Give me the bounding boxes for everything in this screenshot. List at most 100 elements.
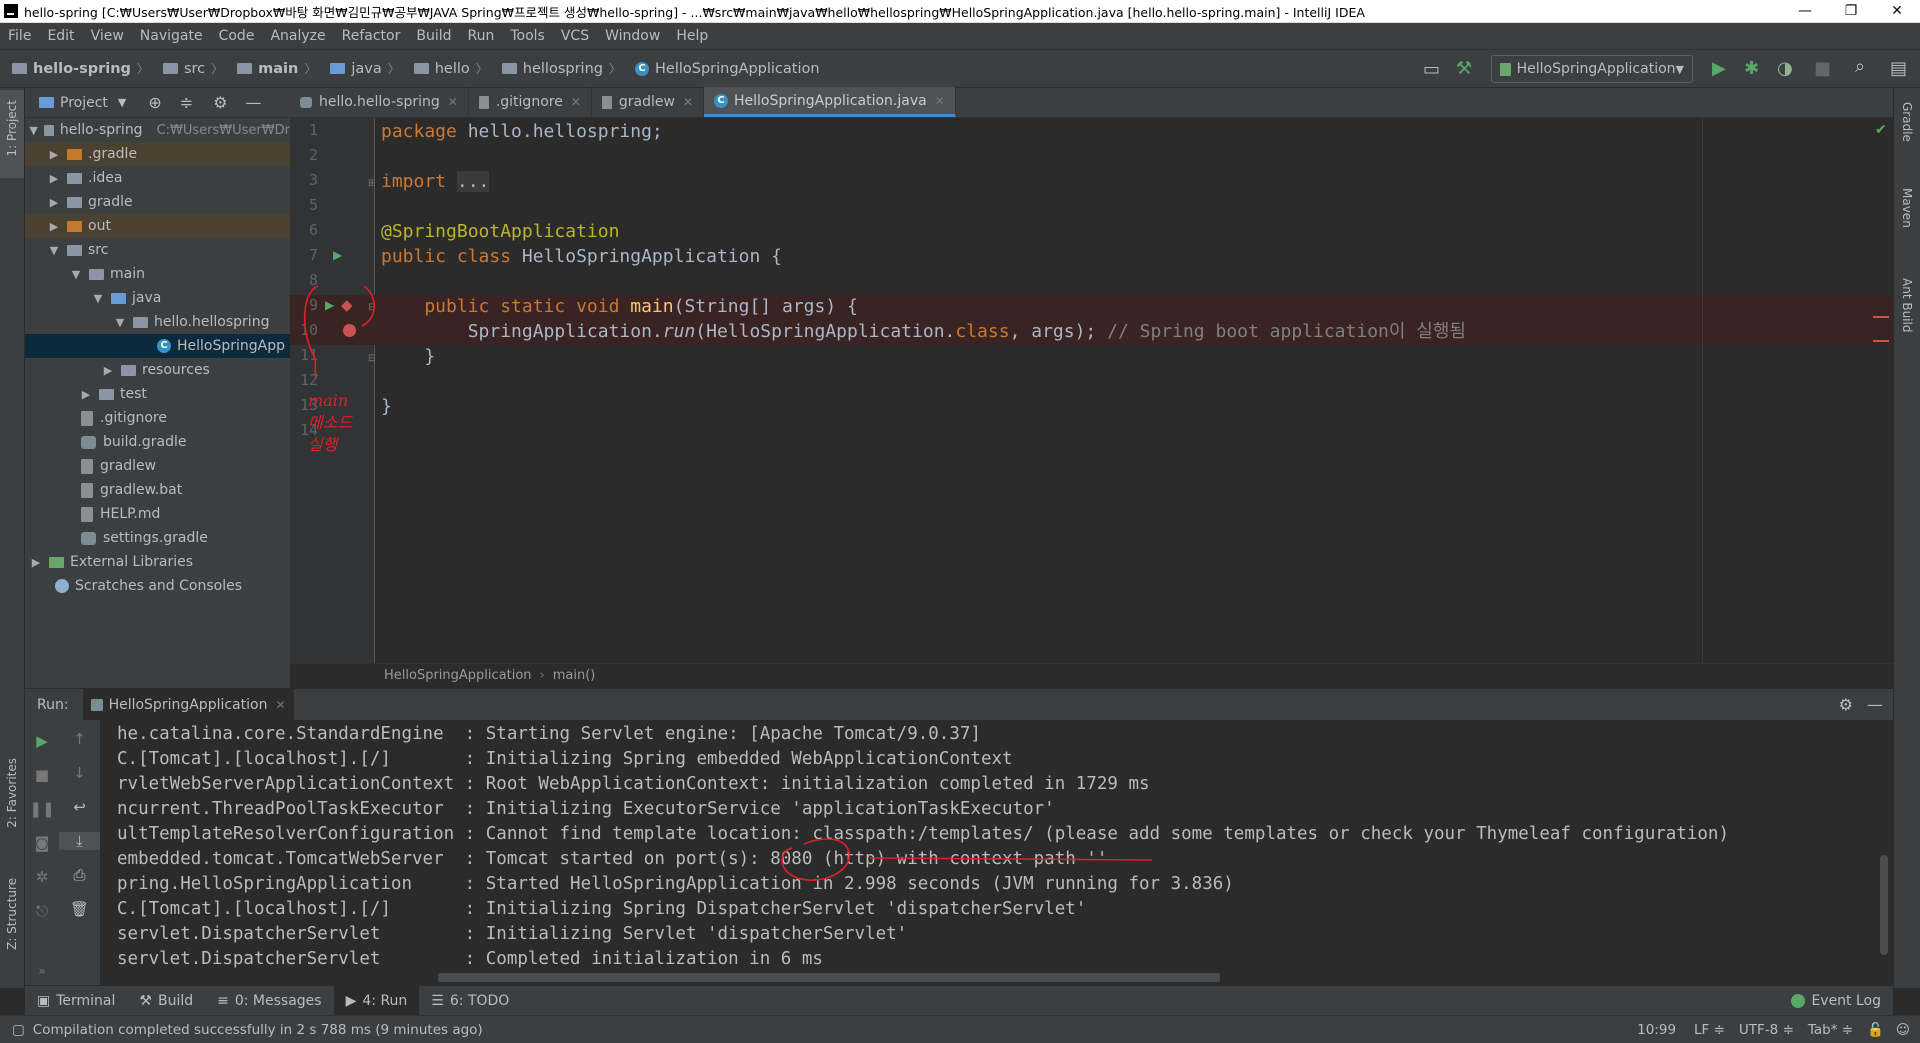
- tab-gitignore[interactable]: .gitignore ✕: [469, 87, 592, 117]
- tree-item-main[interactable]: ▼ main: [25, 262, 290, 286]
- tree-item-src[interactable]: ▼ src: [25, 238, 290, 262]
- close-tab-icon[interactable]: ✕: [683, 95, 693, 109]
- minimize-button[interactable]: —: [1782, 3, 1828, 19]
- caret-position[interactable]: 10:99: [1637, 1022, 1676, 1038]
- tab-gradlew[interactable]: gradlew ✕: [592, 87, 705, 117]
- maven-tool-button[interactable]: Maven: [1900, 188, 1914, 228]
- project-window-icon[interactable]: ▤: [1890, 58, 1907, 79]
- lock-icon[interactable]: 🔓: [1867, 1022, 1884, 1038]
- menu-tools[interactable]: Tools: [502, 28, 553, 44]
- build-tool-button[interactable]: ⚒ Build: [127, 986, 205, 1016]
- debug-icon[interactable]: ✱: [1744, 58, 1759, 79]
- close-tab-icon[interactable]: ✕: [275, 698, 285, 712]
- run-icon[interactable]: ▶: [1712, 58, 1726, 79]
- tree-item-external-libraries[interactable]: ▶ External Libraries: [25, 550, 290, 574]
- close-tab-icon[interactable]: ✕: [448, 95, 458, 109]
- project-view-select[interactable]: Project: [60, 95, 108, 111]
- menu-build[interactable]: Build: [408, 28, 459, 44]
- run-gutter-icon[interactable]: ▶: [333, 248, 342, 262]
- tree-item-scratches[interactable]: Scratches and Consoles: [25, 574, 290, 598]
- breadcrumb-class[interactable]: HelloSpringApplication: [384, 668, 532, 683]
- down-arrow-icon[interactable]: ↓: [59, 764, 100, 782]
- camera-icon[interactable]: ◙: [25, 834, 59, 852]
- stop-icon[interactable]: ■: [25, 766, 59, 784]
- run-tab[interactable]: HelloSpringApplication ✕: [82, 688, 294, 721]
- debug-settings-icon[interactable]: ✲: [25, 868, 59, 886]
- indent-select[interactable]: Tab* ≑: [1808, 1022, 1853, 1038]
- menu-navigate[interactable]: Navigate: [132, 28, 211, 44]
- breadcrumb-hellospring[interactable]: hellospring 〉: [498, 60, 631, 77]
- tree-item-settings-gradle[interactable]: settings.gradle: [25, 526, 290, 550]
- run-console[interactable]: he.catalina.core.StandardEngine : Starti…: [101, 720, 1880, 985]
- tree-item-resources[interactable]: ▶ resources: [25, 358, 290, 382]
- breadcrumb-project[interactable]: hello-spring 〉: [0, 60, 159, 77]
- ant-build-tool-button[interactable]: Ant Build: [1900, 278, 1914, 332]
- menu-run[interactable]: Run: [460, 28, 503, 44]
- line-separator-select[interactable]: LF ≑: [1694, 1022, 1725, 1038]
- breadcrumb-class[interactable]: C HelloSpringApplication: [631, 61, 824, 77]
- tree-item-test[interactable]: ▶ test: [25, 382, 290, 406]
- project-structure-icon[interactable]: ▭: [1423, 59, 1440, 80]
- scroll-to-end-icon[interactable]: ⤓: [59, 832, 100, 850]
- collapse-all-icon[interactable]: ≑: [180, 93, 193, 112]
- gear-icon[interactable]: ⚙: [213, 93, 227, 112]
- up-arrow-icon[interactable]: ↑: [59, 730, 100, 748]
- tree-item-idea[interactable]: ▶ .idea: [25, 166, 290, 190]
- tab-hello-hello-spring[interactable]: hello.hello-spring ✕: [290, 87, 469, 117]
- breadcrumb-java[interactable]: java 〉: [326, 60, 409, 77]
- print-icon[interactable]: ⎙: [59, 866, 100, 884]
- menu-help[interactable]: Help: [668, 28, 716, 44]
- gear-icon[interactable]: ⚙: [1839, 695, 1853, 714]
- tree-item-gitignore[interactable]: .gitignore: [25, 406, 290, 430]
- tree-item-gradle[interactable]: ▶ gradle: [25, 190, 290, 214]
- rerun-icon[interactable]: ▶: [25, 732, 59, 750]
- breadcrumb-main[interactable]: main 〉: [233, 60, 326, 77]
- terminal-tool-button[interactable]: ▣ Terminal: [25, 986, 127, 1016]
- hide-icon[interactable]: —: [1867, 695, 1883, 714]
- tree-item-hello-spring[interactable]: ▼ hello-spring C:₩Users₩User₩Dr: [25, 118, 290, 142]
- tree-item-gradle-dir[interactable]: ▶ .gradle: [25, 142, 290, 166]
- tree-item-package[interactable]: ▼ hello.hellospring: [25, 310, 290, 334]
- console-horizontal-scrollbar[interactable]: [438, 973, 1220, 982]
- todo-tool-button[interactable]: ☰ 6: TODO: [419, 986, 521, 1016]
- tab-hellospringapplication[interactable]: C HelloSpringApplication.java ✕: [704, 87, 956, 117]
- inspector-icon[interactable]: ☺: [1896, 1022, 1910, 1038]
- run-tool-button[interactable]: ▶ 4: Run: [333, 985, 420, 1016]
- breakpoint-icon[interactable]: [343, 324, 356, 337]
- more-icon[interactable]: »: [25, 964, 59, 978]
- run-gutter-icon[interactable]: ▶: [325, 298, 334, 312]
- favorites-tool-button[interactable]: 2: Favorites: [5, 758, 19, 828]
- chevron-down-icon[interactable]: ▼: [118, 96, 126, 109]
- build-hammer-icon[interactable]: ⚒: [1456, 58, 1472, 79]
- menu-file[interactable]: File: [0, 28, 39, 44]
- tree-item-build-gradle[interactable]: build.gradle: [25, 430, 290, 454]
- run-configuration-select[interactable]: HelloSpringApplication ▼: [1491, 55, 1693, 83]
- menu-view[interactable]: View: [83, 28, 132, 44]
- locate-icon[interactable]: ⊕: [148, 93, 161, 112]
- status-toggle-icon[interactable]: ▢: [12, 1022, 25, 1038]
- tree-item-main-class[interactable]: C HelloSpringApp: [25, 334, 290, 358]
- breadcrumb-src[interactable]: src 〉: [159, 60, 233, 77]
- pause-icon[interactable]: ❚❚: [25, 800, 59, 818]
- stop-icon[interactable]: ■: [1814, 58, 1831, 79]
- structure-tool-button[interactable]: Z: Structure: [5, 878, 19, 950]
- tree-item-gradlew[interactable]: gradlew: [25, 454, 290, 478]
- tree-item-help-md[interactable]: HELP.md: [25, 502, 290, 526]
- search-icon[interactable]: ⌕: [1855, 56, 1865, 77]
- close-window-button[interactable]: ✕: [1874, 3, 1920, 19]
- event-log-button[interactable]: Event Log: [1779, 986, 1893, 1016]
- tree-item-gradlew-bat[interactable]: gradlew.bat: [25, 478, 290, 502]
- close-tab-icon[interactable]: ✕: [935, 94, 945, 108]
- exit-icon[interactable]: ⎋: [25, 902, 59, 920]
- error-stripe-marker[interactable]: [1873, 316, 1889, 318]
- menu-code[interactable]: Code: [211, 28, 263, 44]
- menu-vcs[interactable]: VCS: [553, 28, 597, 44]
- hide-icon[interactable]: —: [246, 93, 262, 112]
- menu-window[interactable]: Window: [597, 28, 668, 44]
- encoding-select[interactable]: UTF-8 ≑: [1739, 1022, 1794, 1038]
- menu-analyze[interactable]: Analyze: [262, 28, 333, 44]
- messages-tool-button[interactable]: ≡ 0: Messages: [205, 986, 333, 1016]
- error-stripe-marker[interactable]: [1873, 340, 1889, 342]
- console-vertical-scrollbar[interactable]: [1880, 855, 1888, 955]
- code-editor[interactable]: package hello.hellospring; import ... @S…: [375, 118, 1893, 663]
